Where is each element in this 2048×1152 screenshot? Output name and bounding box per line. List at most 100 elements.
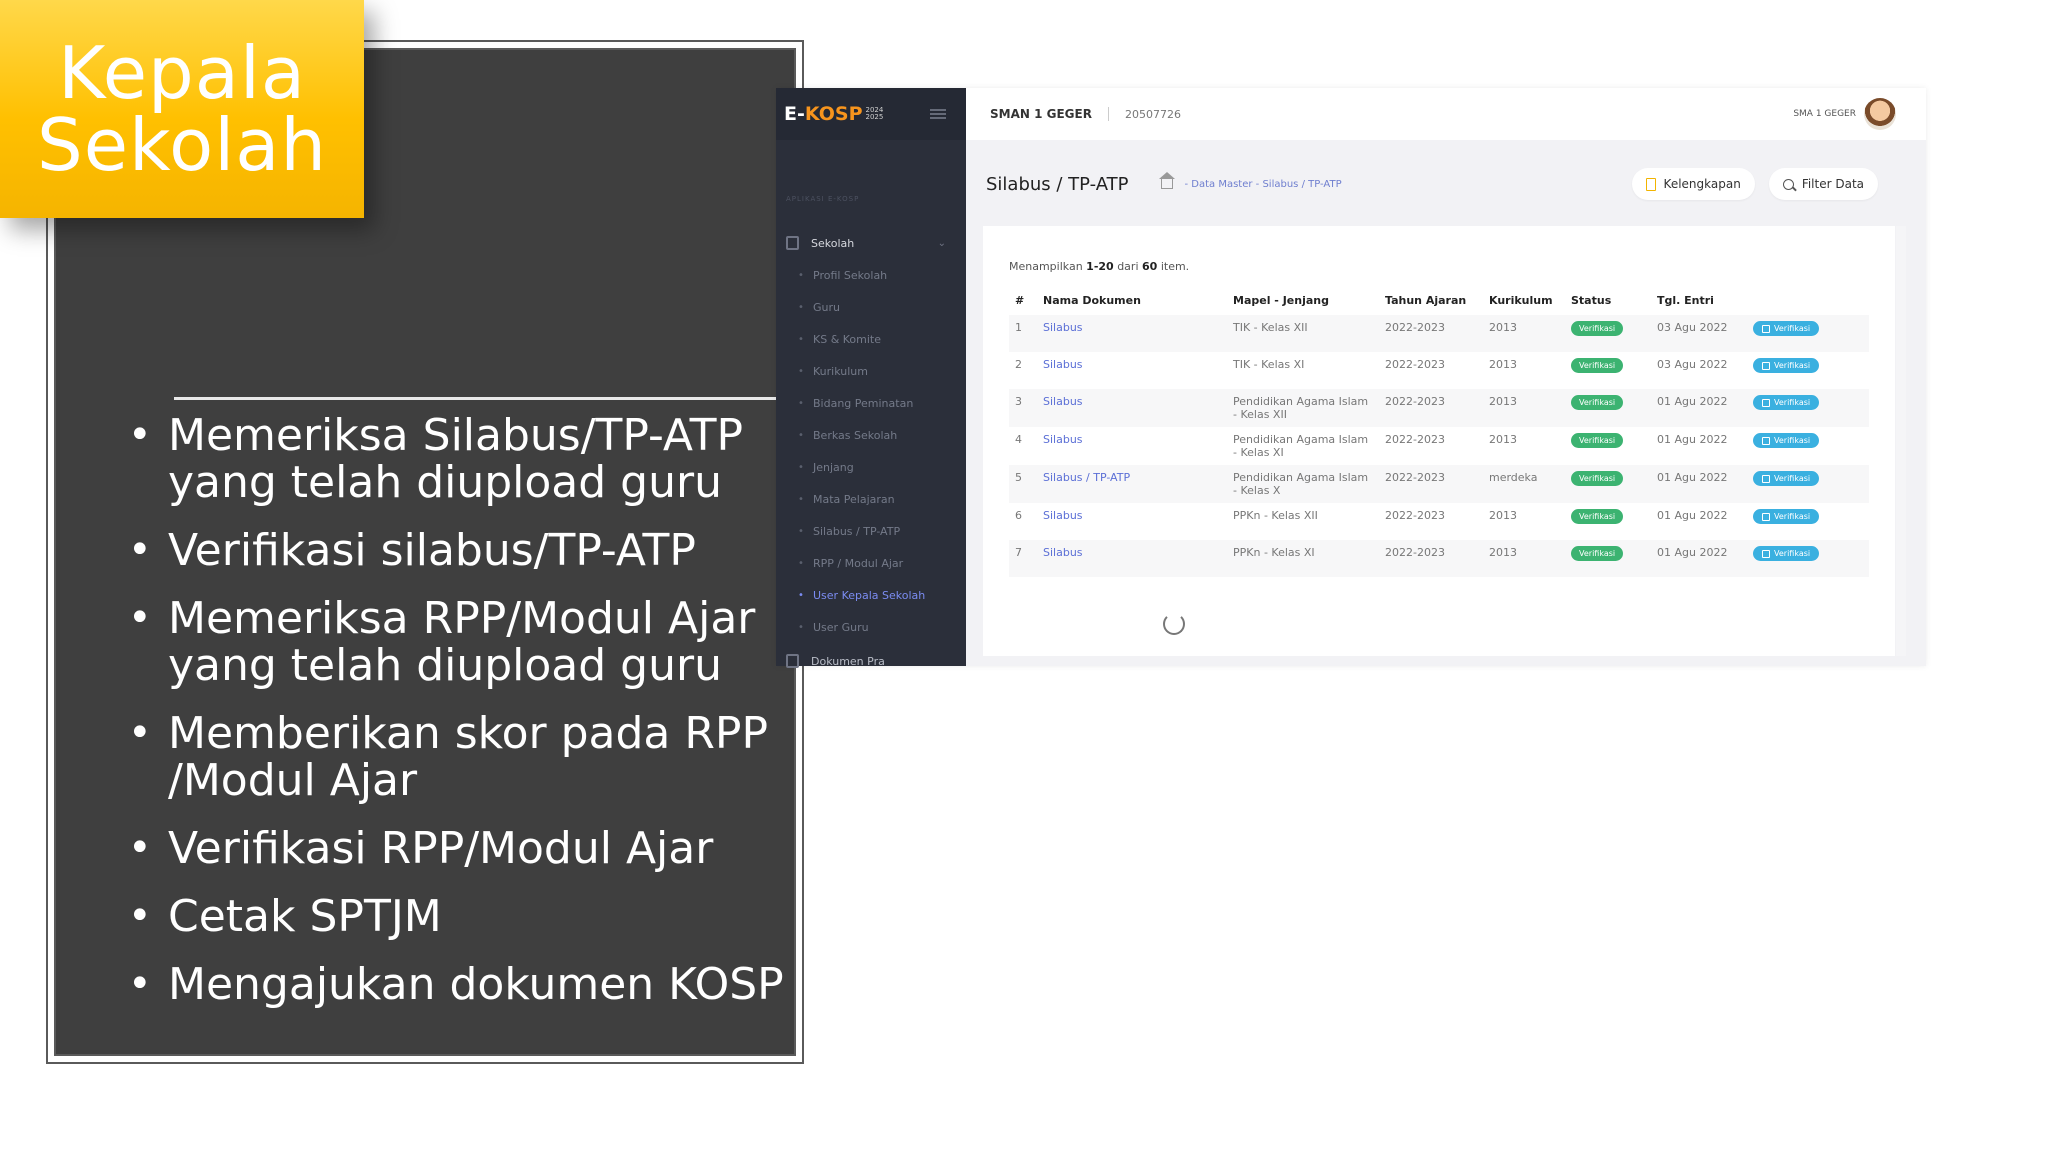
row-nama-dokumen[interactable]: Silabus [1037,352,1227,389]
verifikasi-label: Verifikasi [1774,549,1811,558]
col-kurikulum[interactable]: Kurikulum [1483,285,1565,315]
edit-icon [1762,324,1770,333]
kelengkapan-button[interactable]: Kelengkapan [1631,168,1755,200]
row-tahun-ajaran: 2022-2023 [1379,389,1483,427]
col-number[interactable]: # [1009,285,1037,315]
row-status: Verifikasi [1565,465,1651,503]
sidebar-item-profil-sekolah[interactable]: Profil Sekolah [776,260,966,292]
user-name[interactable]: SMA 1 GEGER [1793,109,1856,119]
verifikasi-button[interactable]: Verifikasi [1753,358,1820,373]
col-status[interactable]: Status [1565,285,1651,315]
row-nama-dokumen[interactable]: Silabus [1037,540,1227,577]
breadcrumb[interactable]: - Data Master - Silabus / TP-ATP [1185,179,1342,190]
row-nama-dokumen[interactable]: Silabus [1037,389,1227,427]
sidebar-item-ks-komite[interactable]: KS & Komite [776,324,966,356]
row-nama-dokumen[interactable]: Silabus [1037,427,1227,465]
row-status: Verifikasi [1565,389,1651,427]
row-kurikulum: 2013 [1489,358,1517,371]
row-status: Verifikasi [1565,352,1651,389]
col-tahun-ajaran[interactable]: Tahun Ajaran [1379,285,1483,315]
row-nama-dokumen[interactable]: Silabus / TP-ATP [1037,465,1227,503]
verifikasi-label: Verifikasi [1774,512,1811,521]
slide-title: Kepala Sekolah [37,31,327,187]
item-count-total: 60 [1142,260,1158,273]
brand-prefix: E- [784,103,805,125]
verifikasi-button[interactable]: Verifikasi [1753,395,1820,410]
row-mapel-jenjang: Pendidikan Agama Islam - Kelas X [1227,465,1379,503]
sidebar-item-user-kepala-sekolah[interactable]: User Kepala Sekolah [776,580,966,612]
bullet-item: Memberikan skor pada RPP /Modul Ajar [124,710,824,804]
verifikasi-label: Verifikasi [1774,436,1811,445]
row-mapel-jenjang: PPKn - Kelas XII [1233,509,1318,522]
sidebar: E- KOSP 2024 2025 APLIKASI E-KOSP Sekola… [776,88,966,668]
item-count-mid: dari [1117,260,1139,273]
school-name: SMAN 1 GEGER [990,107,1092,121]
loading-spinner-icon [1163,613,1185,635]
sidebar-group-sekolah[interactable]: Sekolah ⌄ [776,226,966,260]
sidebar-menu: Profil Sekolah Guru KS & Komite Kurikulu… [776,260,966,644]
item-count-suffix: item. [1160,260,1190,273]
row-nama-dokumen[interactable]: Silabus [1037,315,1227,352]
table-row[interactable]: 6 Silabus PPKn - Kelas XII 2022-2023 2013 Ver… [1009,503,1869,540]
row-number: 2 [1015,358,1022,371]
app-screenshot: E- KOSP 2024 2025 APLIKASI E-KOSP Sekola… [776,88,1926,668]
bullet-item: Mengajukan dokumen KOSP [124,961,824,1008]
scrollbar[interactable] [1896,226,1906,656]
table-row[interactable]: 3 Silabus Pendidikan Agama Islam - Kelas X… [1009,389,1869,427]
sidebar-item-bidang-peminatan[interactable]: Bidang Peminatan [776,388,966,420]
row-number: 1 [1009,315,1037,352]
table-row[interactable]: 4 Silabus Pendidikan Agama Islam - Kelas X… [1009,427,1869,465]
edit-icon [1762,549,1770,558]
row-tgl-entri: 01 Agu 2022 [1651,465,1747,503]
filter-data-label: Filter Data [1801,177,1864,191]
row-action: Verifikasi [1747,389,1869,427]
bullet-item: Memeriksa Silabus/TP-ATP yang telah diup… [124,412,824,506]
bullet-item: Verifikasi RPP/Modul Ajar [124,825,824,872]
table-row[interactable]: 1 Silabus TIK - Kelas XII 2022-2023 2013 Veri… [1009,315,1869,352]
sidebar-item-mata-pelajaran[interactable]: Mata Pelajaran [776,484,966,516]
filter-data-button[interactable]: Filter Data [1768,168,1878,200]
verifikasi-button[interactable]: Verifikasi [1753,471,1820,486]
sidebar-item-kurikulum[interactable]: Kurikulum [776,356,966,388]
row-tahun-ajaran: 2022-2023 [1385,509,1445,522]
verifikasi-label: Verifikasi [1774,474,1811,483]
verifikasi-button[interactable]: Verifikasi [1753,321,1820,336]
col-mapel-jenjang[interactable]: Mapel - Jenjang [1227,285,1379,315]
sidebar-item-guru[interactable]: Guru [776,292,966,324]
sidebar-item-berkas-sekolah[interactable]: Berkas Sekolah [776,420,966,452]
table-row[interactable]: 5 Silabus / TP-ATP Pendidikan Agama Islam … [1009,465,1869,503]
row-tgl-entri: 03 Agu 2022 [1657,358,1728,371]
row-tahun-ajaran: 2022-2023 [1379,315,1483,352]
silabus-table: # Nama Dokumen Mapel - Jenjang Tahun Aja… [1009,285,1869,577]
row-action: Verifikasi [1747,427,1869,465]
file-icon [786,654,799,668]
sidebar-item-user-guru[interactable]: User Guru [776,612,966,644]
table-row[interactable]: 7 Silabus PPKn - Kelas XI 2022-2023 2013 Veri… [1009,540,1869,577]
row-kurikulum: merdeka [1483,465,1565,503]
sidebar-item-dokumen-pra[interactable]: Dokumen Pra [776,644,966,678]
sidebar-item-silabus[interactable]: Silabus / TP-ATP [776,516,966,548]
slide-title-box: Kepala Sekolah [0,0,364,218]
row-number: 3 [1009,389,1037,427]
menu-icon[interactable] [930,109,946,119]
edit-icon [1762,361,1770,370]
row-tahun-ajaran: 2022-2023 [1385,358,1445,371]
bullet-item: Cetak SPTJM [124,893,824,940]
col-nama-dokumen[interactable]: Nama Dokumen [1037,285,1227,315]
col-tgl-entri[interactable]: Tgl. Entri [1651,285,1747,315]
sidebar-item-rpp[interactable]: RPP / Modul Ajar [776,548,966,580]
brand[interactable]: E- KOSP 2024 2025 [776,88,966,140]
row-nama-dokumen[interactable]: Silabus [1037,503,1227,540]
verifikasi-button[interactable]: Verifikasi [1753,509,1820,524]
verifikasi-button[interactable]: Verifikasi [1753,433,1820,448]
avatar[interactable] [1864,98,1896,130]
table-row[interactable]: 2 Silabus TIK - Kelas XI 2022-2023 2013 Verif… [1009,352,1869,389]
sidebar-item-jenjang[interactable]: Jenjang [776,452,966,484]
col-action [1747,285,1869,315]
brand-year: 2024 2025 [866,107,884,121]
item-count-range: 1-20 [1086,260,1114,273]
row-kurikulum: 2013 [1483,540,1565,577]
home-icon[interactable] [1158,172,1175,189]
status-badge: Verifikasi [1571,546,1624,561]
verifikasi-button[interactable]: Verifikasi [1753,546,1820,561]
